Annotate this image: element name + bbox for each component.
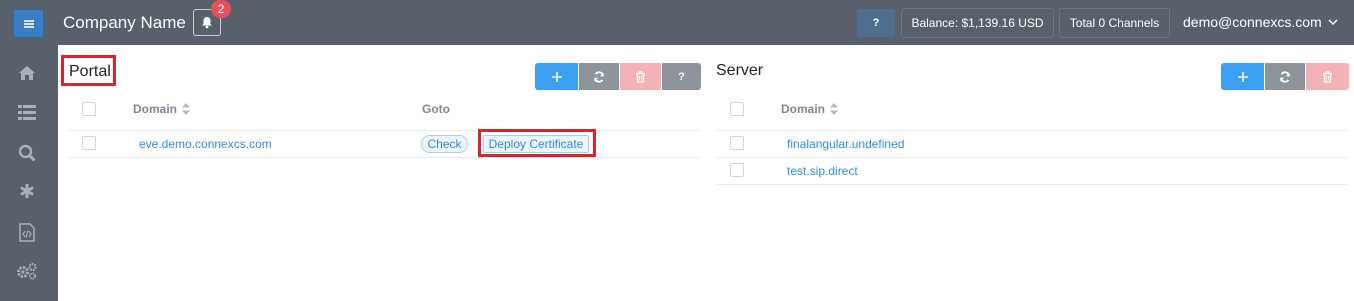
- portal-header-divider: [68, 130, 700, 131]
- portal-title-text: Portal: [69, 63, 111, 80]
- home-icon: [19, 66, 35, 80]
- menu-toggle-button[interactable]: [13, 9, 44, 38]
- server-row-divider: [716, 157, 1348, 158]
- sidebar-item-search[interactable]: [16, 142, 38, 164]
- sidebar-item-settings[interactable]: [16, 260, 38, 282]
- chevron-down-icon: [1328, 19, 1338, 25]
- sidebar-item-home[interactable]: [16, 62, 38, 84]
- list-icon: [18, 104, 36, 120]
- server-row-domain-link[interactable]: test.sip.direct: [787, 164, 858, 178]
- server-row-checkbox[interactable]: [730, 136, 744, 150]
- portal-select-all-checkbox[interactable]: [82, 102, 96, 116]
- channels-button[interactable]: Total 0 Channels: [1059, 8, 1170, 38]
- notification-count-badge: 2: [211, 0, 231, 18]
- sidebar-item-asterisk[interactable]: [16, 180, 38, 202]
- server-domain-header[interactable]: Domain: [781, 102, 839, 116]
- refresh-icon: [1280, 70, 1290, 83]
- portal-panel-title: Portal: [61, 55, 116, 86]
- sidebar-item-code[interactable]: [16, 221, 38, 243]
- top-bar: Company Name 2 ? Balance: $1,139.16 USD …: [0, 0, 1354, 45]
- server-panel-title: Server: [716, 62, 764, 79]
- trash-icon: [636, 70, 645, 83]
- gears-icon: [17, 262, 37, 280]
- trash-icon: [1323, 70, 1332, 83]
- hamburger-icon: [23, 19, 34, 28]
- balance-button[interactable]: Balance: $1,139.16 USD: [901, 8, 1054, 38]
- company-name[interactable]: Company Name: [63, 13, 186, 33]
- portal-help-label: ?: [678, 70, 685, 83]
- bell-icon: [202, 17, 212, 29]
- user-email: demo@connexcs.com: [1183, 14, 1322, 30]
- user-menu[interactable]: demo@connexcs.com: [1183, 14, 1338, 30]
- server-delete-button[interactable]: [1306, 63, 1349, 90]
- plus-icon: [1237, 71, 1248, 82]
- portal-add-button[interactable]: [535, 63, 578, 90]
- portal-check-button[interactable]: Check: [421, 135, 468, 153]
- sidebar: [0, 45, 58, 301]
- help-button[interactable]: ?: [857, 9, 895, 37]
- server-row-divider: [716, 184, 1348, 185]
- deploy-certificate-button[interactable]: Deploy Certificate: [483, 135, 589, 153]
- server-header-divider: [716, 130, 1348, 131]
- server-add-button[interactable]: [1221, 63, 1264, 90]
- search-icon: [18, 144, 36, 162]
- portal-refresh-button[interactable]: [579, 63, 619, 90]
- portal-row-divider: [68, 157, 700, 158]
- plus-icon: [551, 71, 562, 82]
- portal-row-domain-link[interactable]: eve.demo.connexcs.com: [139, 137, 272, 151]
- portal-delete-button[interactable]: [620, 63, 661, 90]
- server-row-domain-link[interactable]: finalangular.undefined: [787, 137, 904, 151]
- server-select-all-checkbox[interactable]: [730, 102, 744, 116]
- refresh-icon: [594, 70, 604, 83]
- portal-row-checkbox[interactable]: [82, 136, 96, 150]
- portal-domain-header-label: Domain: [133, 102, 178, 116]
- portal-goto-header: Goto: [422, 102, 450, 116]
- server-domain-header-label: Domain: [781, 102, 826, 116]
- sort-icon: [830, 103, 839, 115]
- server-row-checkbox[interactable]: [730, 163, 744, 177]
- portal-help-button[interactable]: ?: [662, 63, 701, 90]
- code-file-icon: [19, 222, 35, 242]
- main-content: [58, 45, 1354, 301]
- portal-domain-header[interactable]: Domain: [133, 102, 191, 116]
- server-refresh-button[interactable]: [1265, 63, 1305, 90]
- sidebar-item-list[interactable]: [16, 101, 38, 123]
- portal-goto-header-label: Goto: [422, 102, 450, 116]
- sort-icon: [182, 103, 191, 115]
- asterisk-icon: [20, 184, 34, 198]
